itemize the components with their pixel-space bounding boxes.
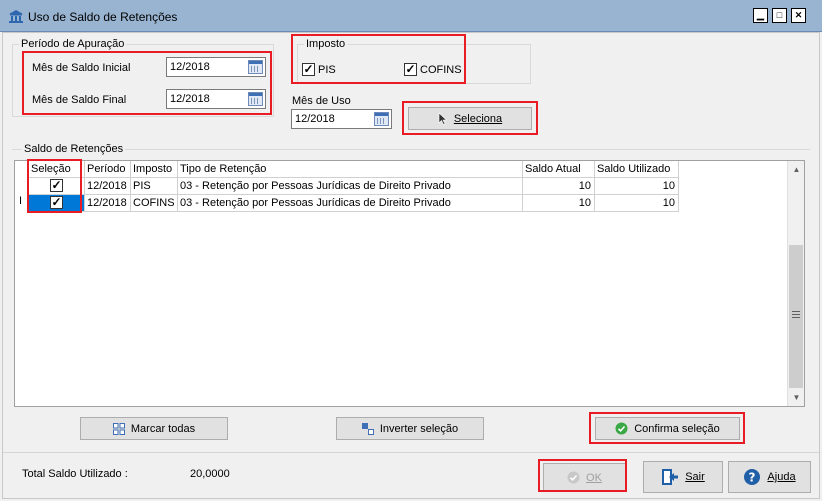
confirm-check-icon [615, 422, 628, 435]
checkmark-icon: ✓ [51, 195, 62, 209]
window-client: Período de Apuração Mês de Saldo Inicial… [2, 32, 820, 499]
close-icon: ✕ [794, 10, 803, 20]
selecao-cell[interactable]: ✓ [29, 195, 85, 212]
selecao-cell[interactable]: ✓ [29, 178, 85, 195]
select-all-icon [112, 422, 125, 435]
grid-vertical-scrollbar[interactable]: ▲ ▼ [787, 161, 804, 406]
inverter-selecao-label: Inverter seleção [379, 422, 459, 435]
saldo-utilizado-cell[interactable]: 10 [595, 195, 679, 212]
mes-uso-value: 12/2018 [295, 113, 335, 125]
saldo-group-line [12, 149, 810, 150]
total-saldo-value: 20,0000 [190, 468, 230, 480]
pis-label: PIS [318, 64, 336, 76]
ajuda-label: Ajuda [767, 471, 796, 483]
mes-uso-label: Mês de Uso [292, 95, 351, 107]
row-checkbox[interactable]: ✓ [50, 196, 63, 209]
ajuda-button[interactable]: ? Ajuda [728, 461, 811, 493]
svg-text:?: ? [749, 471, 756, 485]
row-checkbox[interactable]: ✓ [50, 179, 63, 192]
periodo-group-title: Período de Apuração [19, 38, 127, 50]
tipo-cell: 03 - Retenção por Pessoas Jurídicas de D… [178, 178, 523, 195]
saldo-final-value: 12/2018 [170, 93, 210, 105]
col-tipo[interactable]: Tipo de Retenção [178, 161, 523, 178]
help-icon: ? [744, 469, 761, 485]
saldo-grid[interactable]: Seleção Período Imposto Tipo de Retenção… [14, 160, 805, 407]
col-saldo-atual[interactable]: Saldo Atual [523, 161, 595, 178]
saldo-inicial-input[interactable]: 12/2018 [166, 57, 266, 77]
marcar-todas-label: Marcar todas [130, 422, 196, 435]
col-selecao[interactable]: Seleção [29, 161, 85, 178]
calendar-icon[interactable] [374, 112, 389, 126]
calendar-icon[interactable] [248, 60, 263, 74]
saldo-atual-cell: 10 [523, 195, 595, 212]
title-bar: Uso de Saldo de Retenções ▁ □ ✕ [0, 0, 822, 32]
calendar-icon[interactable] [248, 92, 263, 106]
col-imposto[interactable]: Imposto [131, 161, 178, 178]
marcar-todas-button[interactable]: Marcar todas [80, 417, 228, 440]
maximize-icon: □ [776, 10, 783, 20]
minimize-button[interactable]: ▁ [753, 8, 768, 23]
saldo-final-label: Mês de Saldo Final [32, 94, 127, 106]
saldo-inicial-label: Mês de Saldo Inicial [32, 62, 131, 74]
cursor-arrow-icon [438, 112, 448, 125]
checkmark-icon: ✓ [405, 62, 416, 76]
scroll-thumb[interactable] [789, 245, 803, 388]
periodo-cell: 12/2018 [85, 195, 131, 212]
grip-icon [792, 311, 800, 318]
invert-selection-icon [361, 422, 374, 435]
confirma-selecao-button[interactable]: Confirma seleção [595, 417, 740, 440]
bank-icon [9, 10, 23, 23]
close-button[interactable]: ✕ [791, 8, 806, 23]
saldo-atual-cell: 10 [523, 178, 595, 195]
window-title: Uso de Saldo de Retenções [28, 10, 178, 24]
scroll-up-icon[interactable]: ▲ [788, 161, 804, 178]
saldo-final-input[interactable]: 12/2018 [166, 89, 266, 109]
sair-label: Sair [685, 471, 705, 483]
imposto-cell: PIS [131, 178, 178, 195]
maximize-button[interactable]: □ [772, 8, 787, 23]
imposto-cell: COFINS [131, 195, 178, 212]
col-periodo[interactable]: Período [85, 161, 131, 178]
checkmark-icon: ✓ [51, 178, 62, 192]
ok-button[interactable]: OK [543, 463, 626, 492]
pis-checkbox[interactable]: ✓ [302, 63, 315, 76]
mes-uso-input[interactable]: 12/2018 [291, 109, 392, 129]
scroll-down-icon[interactable]: ▼ [788, 389, 804, 406]
saldo-group-title: Saldo de Retenções [22, 143, 126, 155]
confirma-selecao-label: Confirma seleção [634, 422, 720, 435]
saldo-utilizado-cell[interactable]: 10 [595, 178, 679, 195]
cofins-label: COFINS [420, 64, 462, 76]
minimize-icon: ▁ [757, 10, 764, 20]
exit-door-icon [662, 469, 679, 485]
checkmark-icon: ✓ [303, 62, 314, 76]
saldo-inicial-value: 12/2018 [170, 61, 210, 73]
seleciona-label: Seleciona [453, 112, 503, 125]
col-saldo-utilizado[interactable]: Saldo Utilizado [595, 161, 679, 178]
periodo-cell: 12/2018 [85, 178, 131, 195]
text-cursor-indicator: I [19, 195, 23, 207]
seleciona-button[interactable]: Seleciona [408, 107, 532, 130]
inverter-selecao-button[interactable]: Inverter seleção [336, 417, 484, 440]
tipo-cell: 03 - Retenção por Pessoas Jurídicas de D… [178, 195, 523, 212]
total-saldo-label: Total Saldo Utilizado : [22, 468, 128, 480]
ok-check-icon [567, 471, 580, 484]
imposto-group-title: Imposto [304, 38, 348, 50]
sair-button[interactable]: Sair [643, 461, 723, 493]
footer-separator [3, 452, 819, 453]
ok-label: OK [586, 471, 602, 484]
cofins-checkbox[interactable]: ✓ [404, 63, 417, 76]
